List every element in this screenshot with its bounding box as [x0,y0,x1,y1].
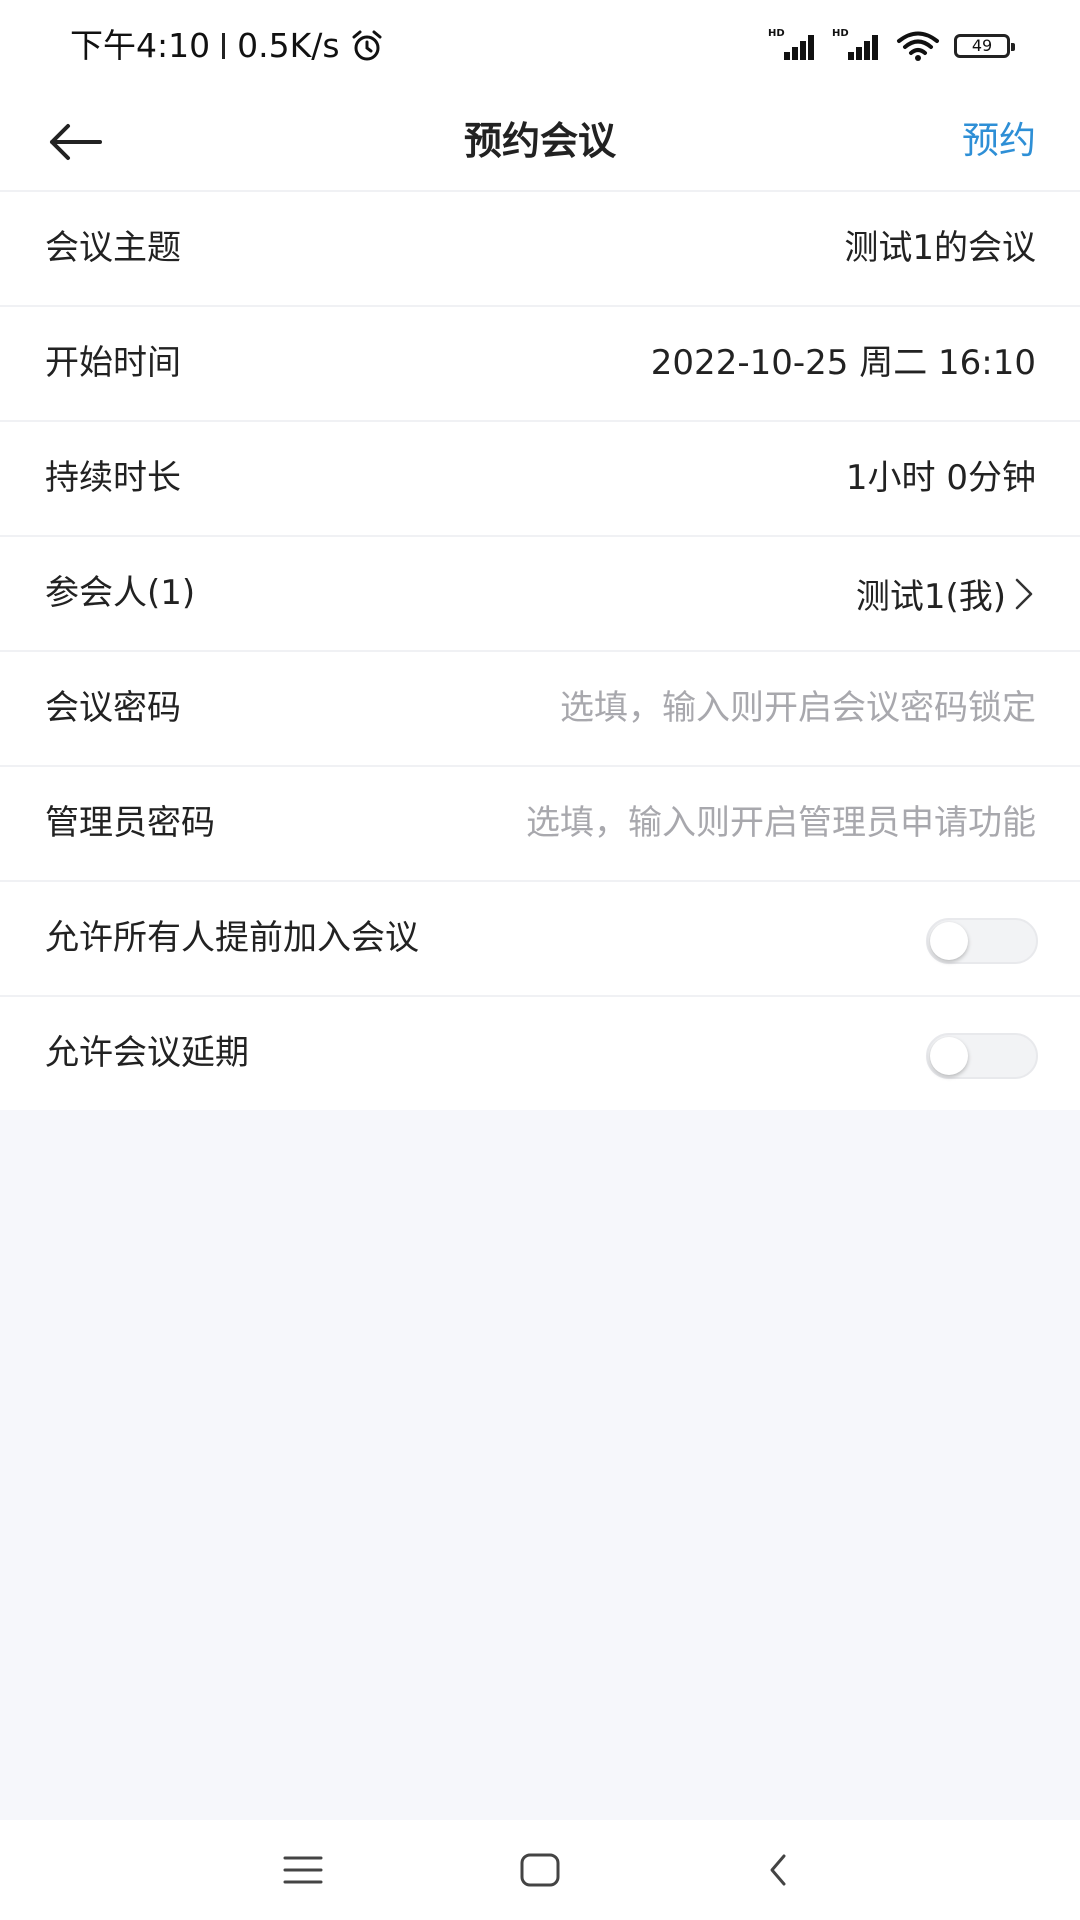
meeting-password-input[interactable]: 选填，输入则开启会议密码锁定 [560,652,1036,765]
participants-label: 参会人(1) [45,573,196,613]
participants-value[interactable]: 测试1(我) [856,537,1036,650]
toggle-knob [930,922,968,960]
participants-value-text: 测试1(我) [855,577,1006,617]
topic-row[interactable]: 会议主题 测试1的会议 [0,190,1080,305]
status-time: 下午4:10 [70,26,211,65]
extend-meeting-label: 允许会议延期 [45,1033,249,1073]
home-square-icon [520,1853,560,1887]
nav-bar [0,1820,1080,1920]
header: 预约会议 预约 [0,92,1080,190]
early-join-label: 允许所有人提前加入会议 [45,918,419,958]
meeting-form: 会议主题 测试1的会议 开始时间 2022-10-25 周二 16:10 持续时… [0,190,1080,1110]
duration-value[interactable]: 1小时 0分钟 [846,422,1036,535]
battery-icon: 49 [954,34,1015,58]
extend-meeting-toggle[interactable] [926,1033,1038,1079]
admin-password-input[interactable]: 选填，输入则开启管理员申请功能 [526,767,1036,880]
alarm-icon [352,30,382,61]
topic-value[interactable]: 测试1的会议 [844,192,1036,305]
page-title: 预约会议 [463,119,616,163]
toggle-knob [930,1037,968,1075]
admin-password-label: 管理员密码 [45,803,215,843]
signal-hd-icon: HD [832,28,882,60]
topic-label: 会议主题 [45,228,181,268]
wifi-icon [897,31,939,61]
status-right: HD HD 49 [768,28,1015,62]
meeting-password-label: 会议密码 [45,688,181,728]
participants-row[interactable]: 参会人(1) 测试1(我) [0,535,1080,650]
admin-password-row[interactable]: 管理员密码 选填，输入则开启管理员申请功能 [0,765,1080,880]
screen: 下午4:10 0.5K/s HD HD 49 预约会议 预约 会议主题 测试1的… [0,0,1080,1920]
start-time-value[interactable]: 2022-10-25 周二 16:10 [651,307,1036,420]
status-left: 下午4:10 0.5K/s [70,26,384,66]
start-time-label: 开始时间 [45,343,181,383]
back-chevron-icon [770,1854,786,1886]
home-button[interactable] [510,1840,570,1900]
battery-level: 49 [971,36,993,55]
status-bar: 下午4:10 0.5K/s HD HD 49 [0,0,1080,92]
signal-hd-icon: HD [768,28,818,60]
network-speed: 0.5K/s [237,26,340,65]
meeting-password-row[interactable]: 会议密码 选填，输入则开启会议密码锁定 [0,650,1080,765]
book-button[interactable]: 预约 [962,92,1036,190]
early-join-row: 允许所有人提前加入会议 [0,880,1080,995]
early-join-toggle[interactable] [926,918,1038,964]
duration-label: 持续时长 [45,458,181,498]
extend-meeting-row: 允许会议延期 [0,995,1080,1110]
status-separator [222,33,226,59]
start-time-row[interactable]: 开始时间 2022-10-25 周二 16:10 [0,305,1080,420]
menu-button[interactable] [273,1840,333,1900]
chevron-right-icon [1015,578,1033,609]
menu-icon [283,1856,323,1884]
duration-row[interactable]: 持续时长 1小时 0分钟 [0,420,1080,535]
nav-back-button[interactable] [748,1840,808,1900]
